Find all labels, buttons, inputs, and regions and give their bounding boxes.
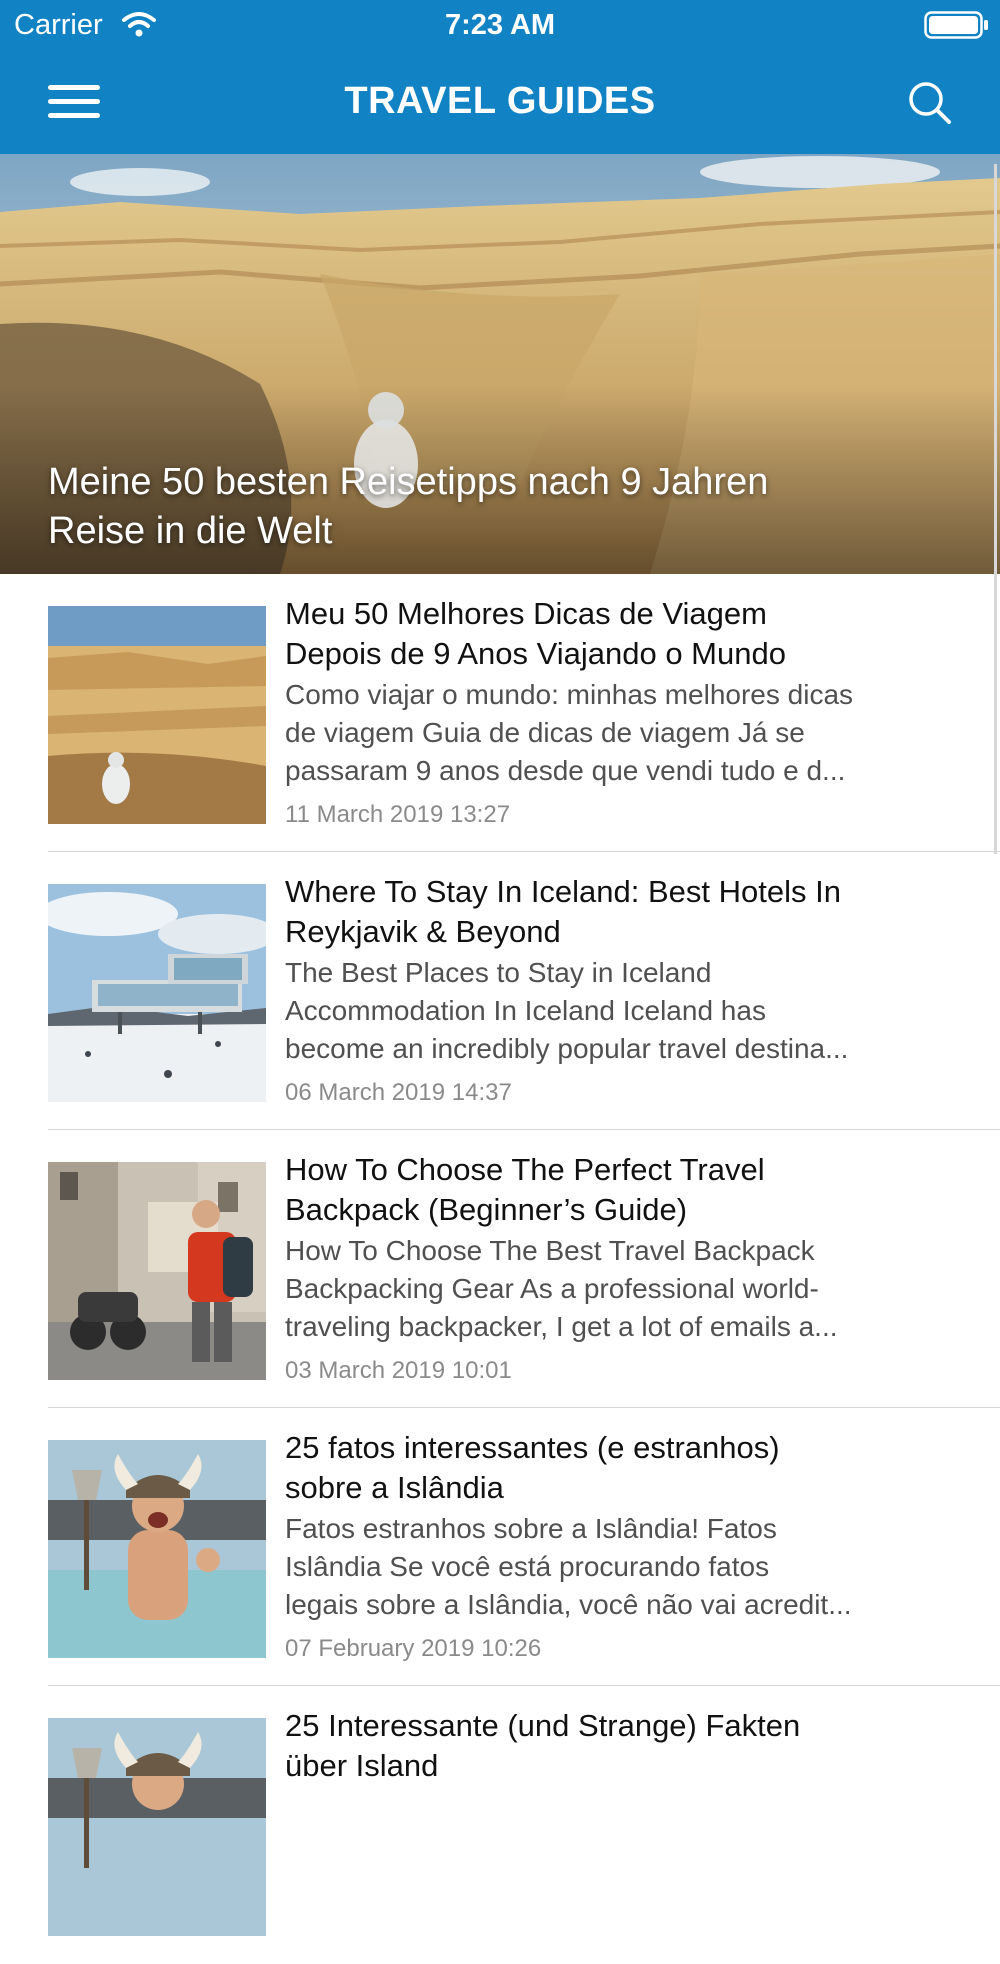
- article-title: 25 Interessante (und Strange) Fakten übe…: [285, 1708, 801, 1783]
- search-icon: [909, 82, 951, 124]
- article-excerpt: How To Choose The Best Travel Backpack B…: [285, 1235, 838, 1342]
- article-row[interactable]: Meu 50 Melhores Dicas de Viagem Depois d…: [0, 574, 1000, 852]
- article-excerpt: Como viajar o mundo: minhas melhores dic…: [285, 679, 854, 786]
- article-row[interactable]: 25 fatos interessantes (e estranhos) sob…: [0, 1408, 1000, 1686]
- article-date: 06 March 2019 14:37: [285, 1079, 512, 1106]
- article-title: Where To Stay In Iceland: Best Hotels In…: [285, 874, 841, 949]
- article-excerpt: The Best Places to Stay in Iceland Accom…: [285, 957, 849, 1064]
- article-title: How To Choose The Perfect Travel Backpac…: [285, 1152, 765, 1227]
- status-bar: Carrier 7:23 AM: [0, 0, 1000, 50]
- featured-article[interactable]: Meine 50 besten Reisetipps nach 9 Jahren…: [0, 154, 1000, 574]
- article-date: 11 March 2019 13:27: [285, 801, 511, 828]
- article-title: 25 fatos interessantes (e estranhos) sob…: [285, 1430, 780, 1505]
- article-row[interactable]: Where To Stay In Iceland: Best Hotels In…: [0, 852, 1000, 1130]
- article-thumbnail: [48, 1162, 266, 1380]
- article-thumbnail: [48, 884, 266, 1102]
- article-row[interactable]: 25 Interessante (und Strange) Fakten übe…: [0, 1686, 1000, 1964]
- article-date: 07 February 2019 10:26: [285, 1635, 542, 1662]
- page-title: TRAVEL GUIDES: [344, 80, 656, 122]
- scroll-indicator[interactable]: [994, 164, 997, 854]
- article-row[interactable]: How To Choose The Perfect Travel Backpac…: [0, 1130, 1000, 1408]
- search-button[interactable]: [896, 70, 964, 134]
- article-date: 03 March 2019 10:01: [285, 1357, 512, 1384]
- article-thumbnail: [48, 1718, 266, 1936]
- article-title: Meu 50 Melhores Dicas de Viagem Depois d…: [285, 596, 786, 671]
- status-time: 7:23 AM: [444, 9, 556, 41]
- article-list: Meu 50 Melhores Dicas de Viagem Depois d…: [0, 574, 1000, 1964]
- article-thumbnail: [48, 1440, 266, 1658]
- navigation-bar: TRAVEL GUIDES: [0, 50, 1000, 154]
- featured-article-title: Meine 50 besten Reisetipps nach 9 Jahren…: [48, 461, 769, 552]
- article-thumbnail: [48, 606, 266, 824]
- article-excerpt: Fatos estranhos sobre a Islândia! Fatos …: [285, 1513, 852, 1620]
- article-excerpt: [285, 1788, 965, 1902]
- battery-icon: [924, 11, 988, 39]
